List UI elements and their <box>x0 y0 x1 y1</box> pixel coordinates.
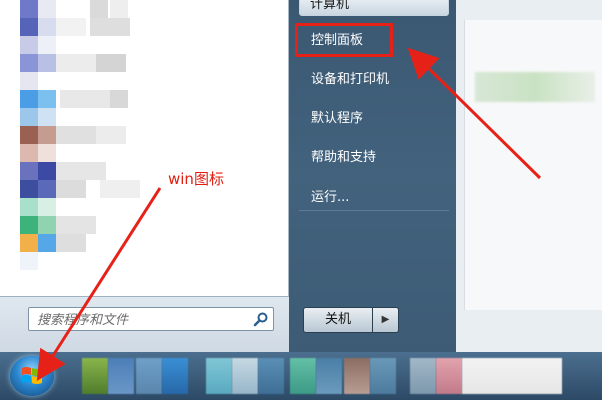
menu-item-devices-printers[interactable]: 设备和打印机 <box>311 69 389 91</box>
list-item[interactable] <box>20 108 150 126</box>
taskbar-app[interactable] <box>370 358 396 394</box>
taskbar-app[interactable] <box>162 358 188 394</box>
taskbar-app[interactable] <box>82 358 108 394</box>
start-button[interactable] <box>10 356 54 396</box>
taskbar <box>0 352 602 400</box>
menu-item-computer[interactable]: 计算机 <box>299 0 449 16</box>
win-icon-annotation: win图标 <box>168 170 224 188</box>
list-item[interactable] <box>20 144 150 162</box>
taskbar-app[interactable] <box>462 358 562 394</box>
menu-item-run[interactable]: 运行... <box>311 187 349 209</box>
search-box[interactable] <box>28 307 274 331</box>
taskbar-app[interactable] <box>316 358 342 394</box>
start-menu-programs-pane <box>0 0 289 296</box>
list-item[interactable] <box>20 18 150 36</box>
shutdown-button[interactable]: 关机 <box>303 307 373 333</box>
list-item[interactable] <box>20 54 150 72</box>
list-item[interactable] <box>20 162 150 180</box>
search-input[interactable] <box>35 310 249 330</box>
taskbar-app[interactable] <box>232 358 258 394</box>
taskbar-app[interactable] <box>344 358 370 394</box>
search-icon[interactable] <box>253 311 269 327</box>
desktop-background <box>456 0 602 352</box>
search-area <box>0 296 289 353</box>
chevron-right-icon: ▶ <box>381 314 390 325</box>
menu-separator <box>299 210 449 211</box>
menu-item-default-programs[interactable]: 默认程序 <box>311 108 363 130</box>
list-item[interactable] <box>20 234 150 252</box>
list-item[interactable] <box>20 180 150 198</box>
background-window <box>464 20 602 310</box>
control-panel-highlight <box>295 23 393 57</box>
list-item[interactable] <box>20 126 150 144</box>
taskbar-app[interactable] <box>436 358 462 394</box>
list-item[interactable] <box>20 90 150 108</box>
shutdown-options-button[interactable]: ▶ <box>373 307 399 333</box>
blurred-content <box>475 72 595 102</box>
list-item[interactable] <box>20 72 150 90</box>
taskbar-app[interactable] <box>258 358 284 394</box>
windows-logo-icon <box>22 367 42 384</box>
list-item[interactable] <box>20 216 150 234</box>
list-item[interactable] <box>20 0 150 18</box>
taskbar-app[interactable] <box>410 358 436 394</box>
menu-item-help-support[interactable]: 帮助和支持 <box>311 147 376 169</box>
list-item[interactable] <box>20 198 150 216</box>
taskbar-app[interactable] <box>290 358 316 394</box>
taskbar-app[interactable] <box>108 358 134 394</box>
list-item[interactable] <box>20 36 150 54</box>
taskbar-app[interactable] <box>206 358 232 394</box>
list-item[interactable] <box>20 252 150 270</box>
taskbar-app[interactable] <box>136 358 162 394</box>
pixelated-program-list <box>20 0 150 290</box>
